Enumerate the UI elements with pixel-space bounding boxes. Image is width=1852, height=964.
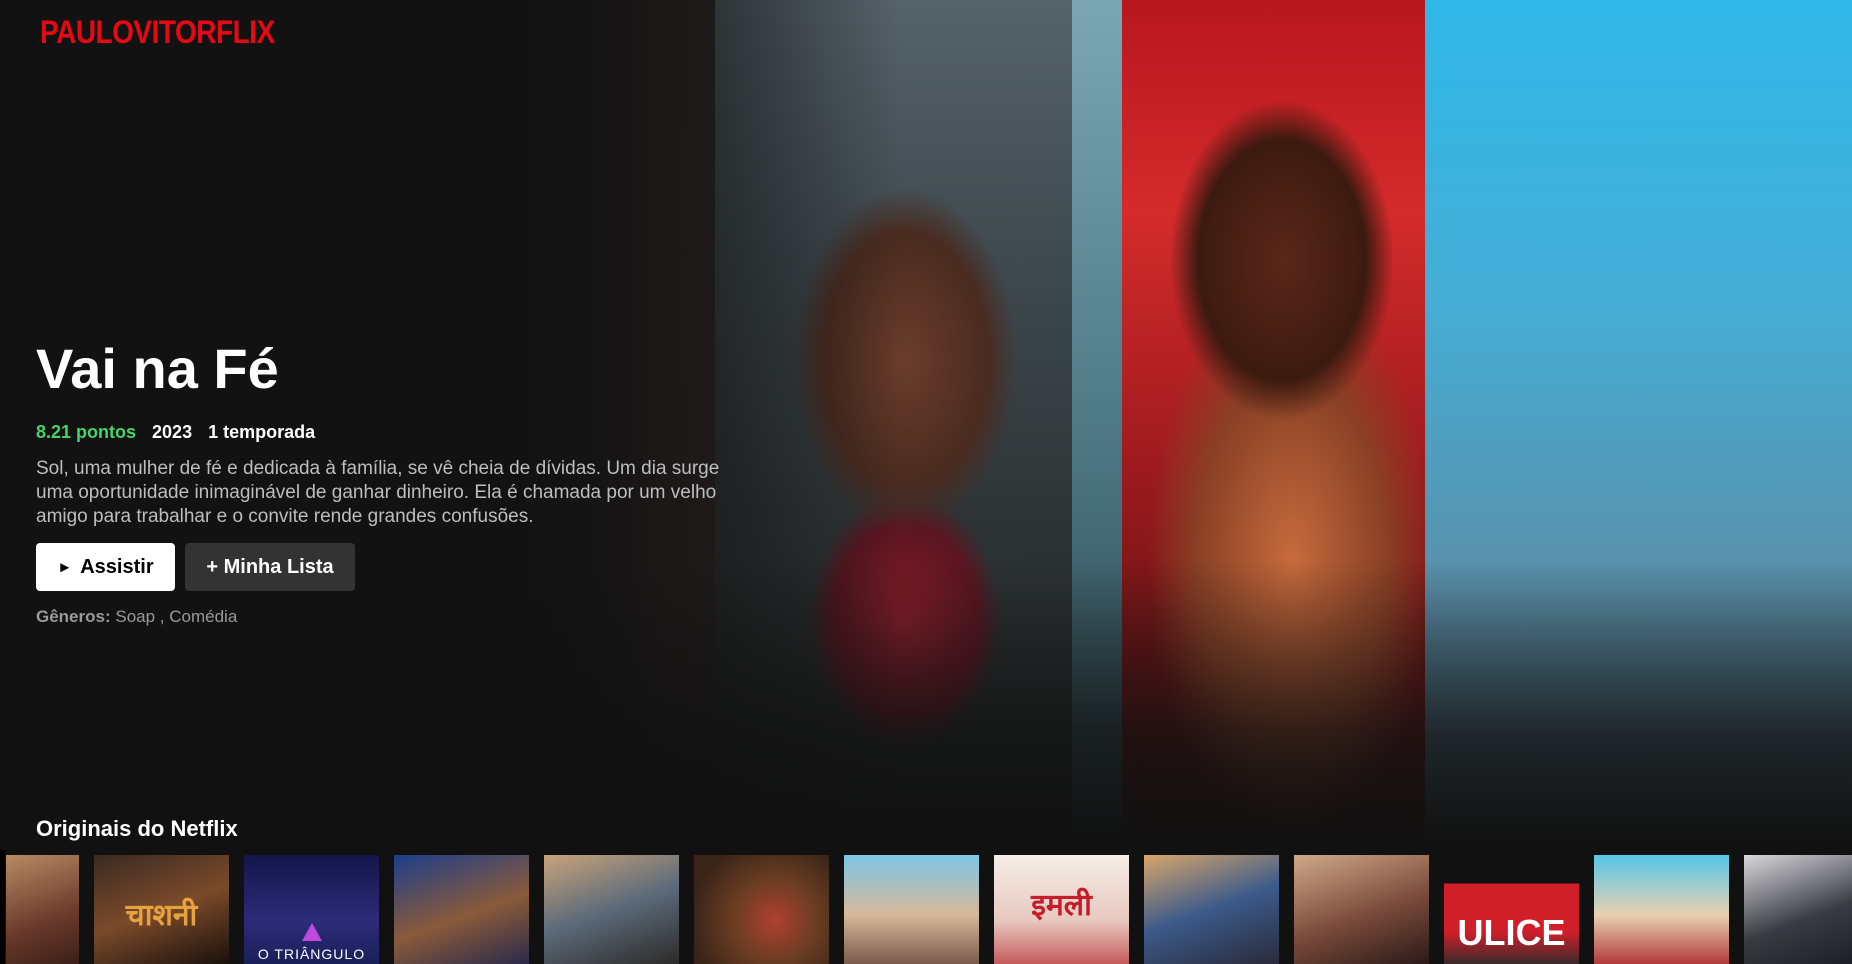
featured-description: Sol, uma mulher de fé e dedicada à famíl… bbox=[36, 458, 720, 527]
movie-card[interactable] bbox=[1294, 855, 1429, 964]
movie-card[interactable]: चाशनी bbox=[94, 855, 229, 964]
movie-card-title: इमली bbox=[1031, 889, 1092, 922]
movie-card-title: O TRIÂNGULO bbox=[257, 946, 366, 962]
genres-value: Soap , Comédia bbox=[115, 607, 238, 626]
movie-row[interactable]: चाशनी O TRIÂNGULO इमली ULICE bbox=[6, 855, 1852, 964]
play-icon: ► bbox=[57, 558, 73, 576]
add-to-list-label: + Minha Lista bbox=[206, 555, 334, 578]
add-to-list-button[interactable]: + Minha Lista bbox=[185, 543, 355, 591]
play-button-label: Assistir bbox=[80, 555, 154, 578]
featured-seasons: 1 temporada bbox=[208, 422, 316, 442]
movie-card[interactable] bbox=[1744, 855, 1852, 964]
featured-genres: Gêneros: Soap , Comédia bbox=[36, 607, 756, 627]
movie-card[interactable] bbox=[844, 855, 979, 964]
movie-card[interactable] bbox=[544, 855, 679, 964]
movie-card-title: चाशनी bbox=[125, 899, 198, 932]
movie-card-title: ULICE bbox=[1457, 912, 1566, 953]
brand-logo[interactable]: PAULOVITORFLIX bbox=[40, 14, 275, 51]
movie-card[interactable]: इमली bbox=[994, 855, 1129, 964]
featured-info: Vai na Fé 8.21 pontos 2023 1 temporada S… bbox=[36, 332, 756, 627]
movie-card[interactable] bbox=[694, 855, 829, 964]
featured-meta: 8.21 pontos 2023 1 temporada bbox=[36, 422, 756, 443]
movie-card[interactable] bbox=[394, 855, 529, 964]
featured-points: 8.21 pontos bbox=[36, 422, 137, 442]
movie-card[interactable] bbox=[1144, 855, 1279, 964]
featured-year: 2023 bbox=[152, 422, 193, 442]
movie-card[interactable] bbox=[1594, 855, 1729, 964]
triangle-logo-icon bbox=[302, 923, 322, 941]
movie-card[interactable]: ULICE bbox=[1444, 855, 1579, 964]
movie-card[interactable] bbox=[6, 855, 79, 964]
row-title: Originais do Netflix bbox=[36, 816, 238, 841]
featured-title: Vai na Fé bbox=[36, 337, 279, 400]
genres-label: Gêneros: bbox=[36, 607, 111, 626]
movie-card[interactable]: O TRIÂNGULO bbox=[244, 855, 379, 964]
featured-actions: ► Assistir + Minha Lista bbox=[36, 543, 756, 591]
play-button[interactable]: ► Assistir bbox=[36, 543, 175, 591]
